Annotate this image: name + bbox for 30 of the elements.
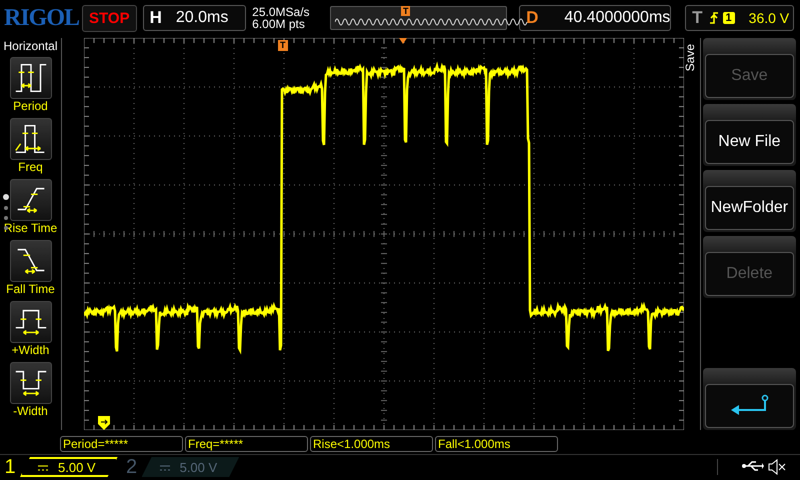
delay-marker-icon bbox=[399, 38, 407, 44]
memory-depth: 6.00M pts bbox=[252, 18, 306, 30]
measurement-result: Freq=***** bbox=[185, 436, 308, 452]
trigger-source: 1 bbox=[722, 12, 735, 24]
channel-scale-box[interactable]: 5.00 V bbox=[20, 457, 118, 477]
channel-number: 2 bbox=[125, 456, 138, 478]
menu-button[interactable]: New File bbox=[704, 120, 794, 164]
measurement-result: Rise<1.000ms bbox=[310, 436, 433, 452]
speaker-muted-icon bbox=[768, 459, 786, 475]
measurement-result: Period=***** bbox=[60, 436, 183, 452]
rising-edge-icon bbox=[708, 11, 719, 25]
usb-icon bbox=[742, 459, 764, 473]
sample-rate: 25.0MSa/s bbox=[252, 6, 311, 18]
trigger-display[interactable]: T 1 36.0 V bbox=[685, 5, 794, 31]
delay-display[interactable]: D 40.4000000ms bbox=[519, 5, 672, 31]
trigger-position-marker: T bbox=[400, 6, 410, 16]
return-arrow-icon bbox=[729, 394, 770, 418]
return-button[interactable] bbox=[704, 384, 794, 428]
measurement-result: Fall<1.000ms bbox=[435, 436, 558, 452]
trigger-level: 36.0 V bbox=[748, 10, 790, 26]
channel-number: 1 bbox=[3, 456, 17, 478]
dc-coupling-icon bbox=[38, 465, 48, 471]
menu-title: Save bbox=[683, 44, 697, 72]
ground-level-marker-icon[interactable] bbox=[98, 416, 110, 430]
dc-coupling-icon bbox=[160, 465, 170, 471]
trigger-position-marker: T bbox=[278, 40, 288, 51]
run-stop-indicator[interactable]: STOP bbox=[82, 4, 137, 32]
menu-button[interactable]: NewFolder bbox=[704, 186, 794, 230]
timebase-display[interactable]: H 20.0ms bbox=[142, 5, 246, 31]
sidebar-title: Horizontal bbox=[3, 39, 58, 53]
